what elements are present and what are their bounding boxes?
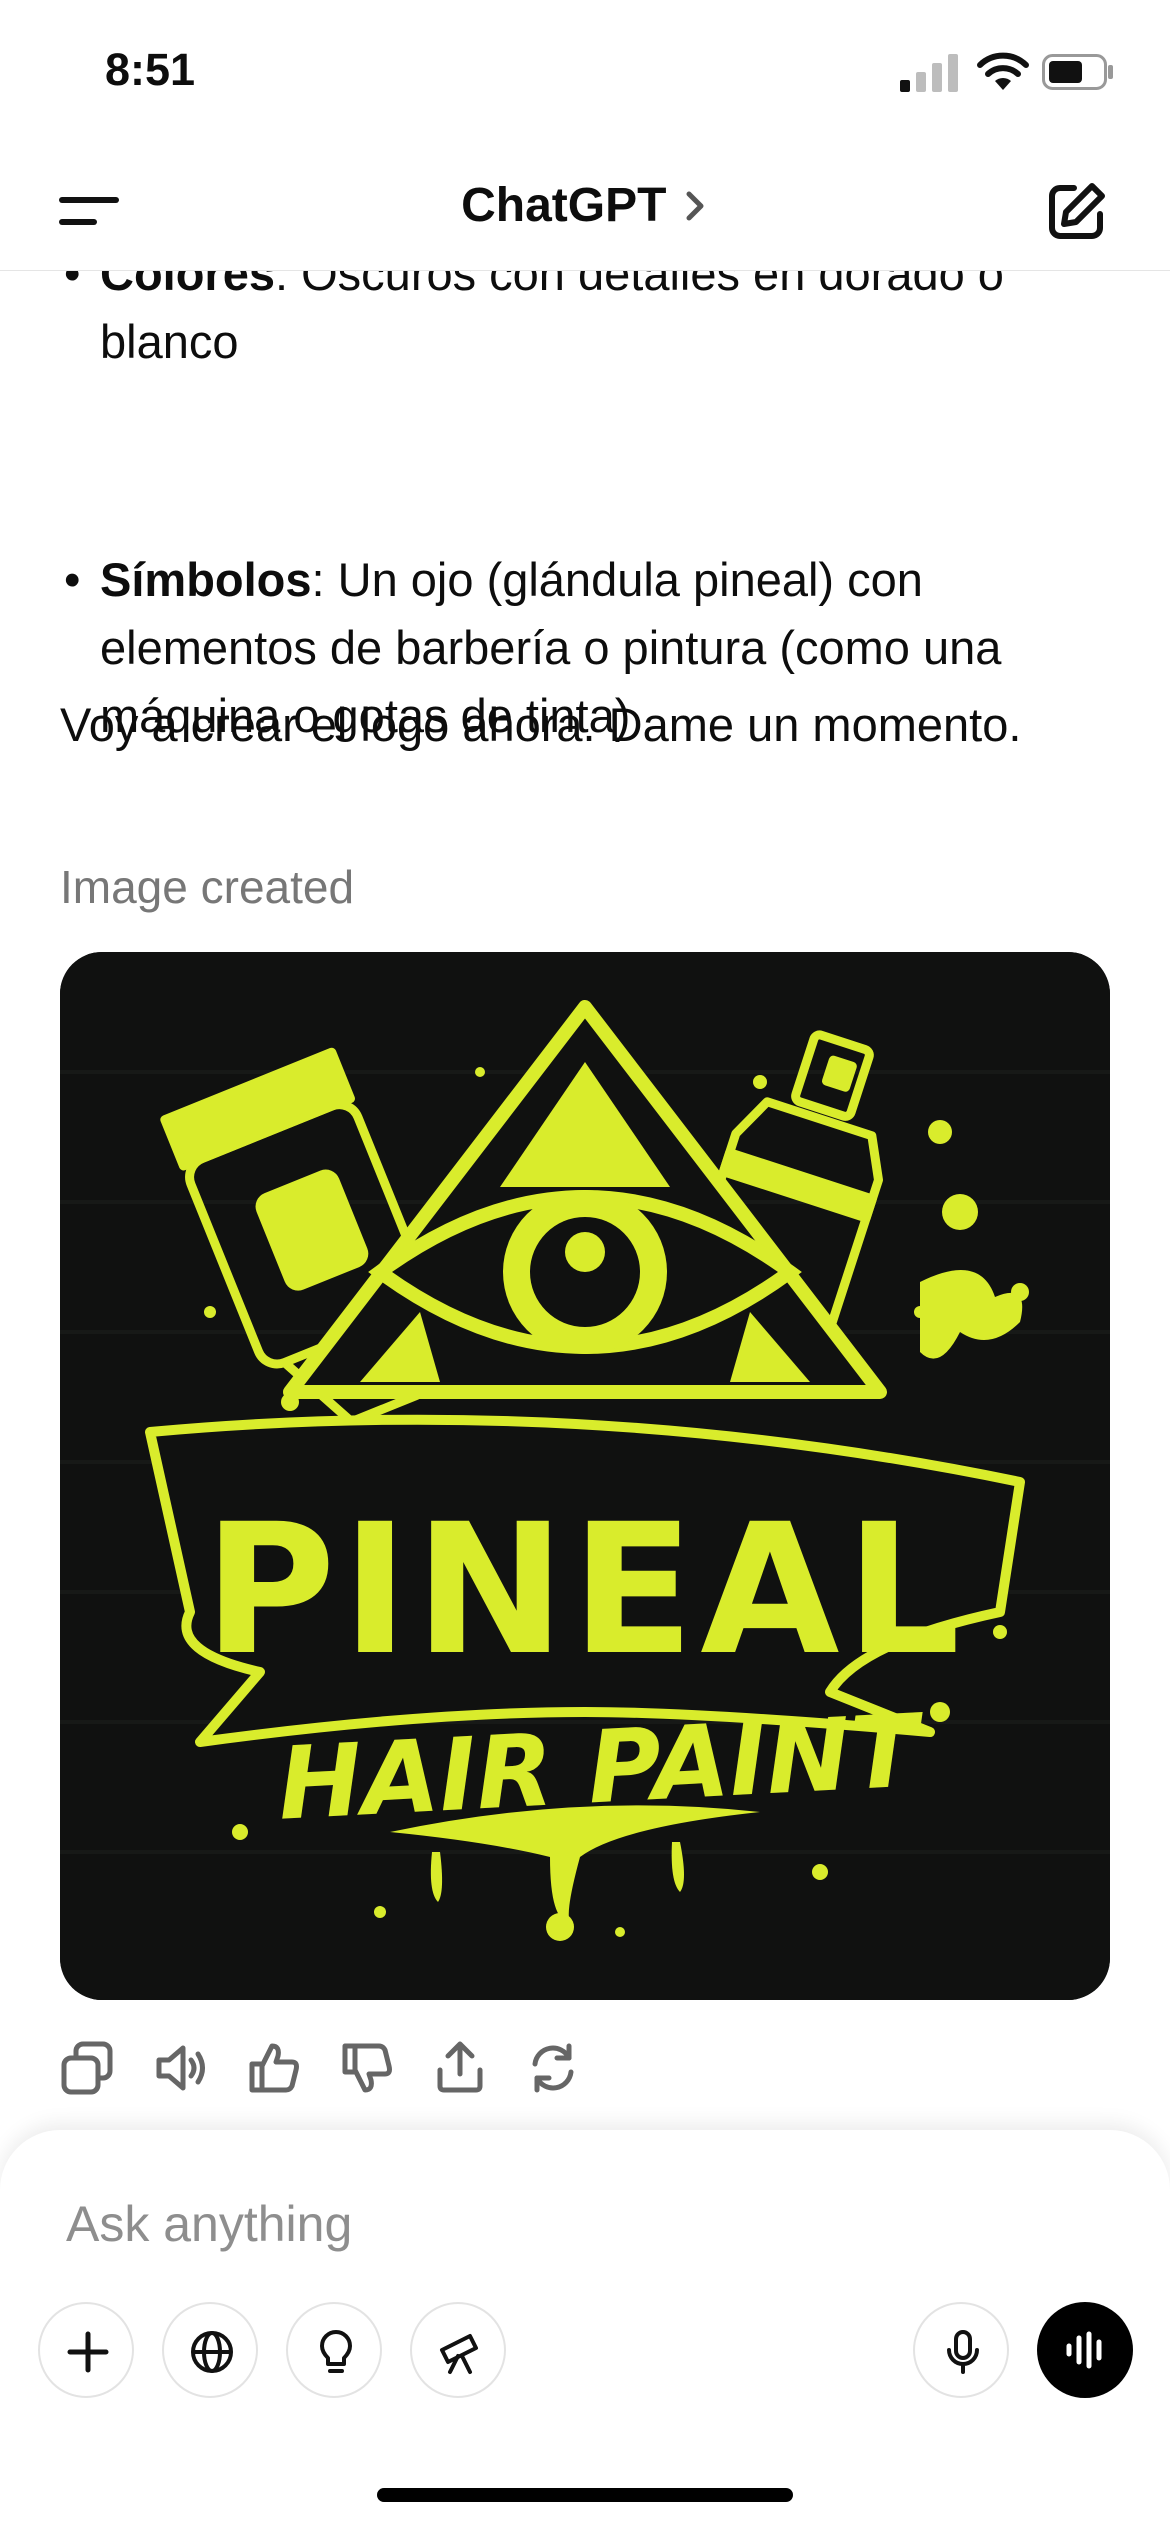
status-time: 8:51 (105, 44, 196, 95)
assistant-paragraph: Voy a crear el logo ahora. Dame un momen… (60, 698, 1022, 751)
nav-title[interactable]: ChatGPT (461, 178, 666, 233)
globe-icon (191, 2331, 233, 2373)
deep-research-button[interactable] (410, 2302, 506, 2398)
thumbs-up-icon[interactable] (246, 2040, 302, 2096)
composer (0, 2130, 1170, 2532)
thumbs-down-icon[interactable] (339, 2040, 395, 2096)
assistant-bullet-list: Colores: Oscuros con detalles en dorado … (60, 270, 1110, 742)
attach-button[interactable] (38, 2302, 134, 2398)
chevron-right-icon[interactable] (681, 186, 709, 226)
logo-artwork: PINEAL HAIR PAINT (60, 952, 1110, 2000)
battery-icon (1042, 54, 1113, 90)
microphone-icon (947, 2330, 979, 2374)
chat-transcript: Colores: Oscuros con detalles en dorado … (0, 270, 1170, 2130)
regenerate-icon[interactable] (525, 2040, 581, 2096)
reason-button[interactable] (286, 2302, 382, 2398)
voice-mode-icon (1066, 2331, 1102, 2369)
generated-logo-image[interactable]: PINEAL HAIR PAINT (60, 952, 1110, 2000)
image-created-label: Image created (60, 861, 355, 913)
copy-icon[interactable] (60, 2040, 116, 2096)
lightbulb-icon (320, 2330, 352, 2373)
wifi-icon (977, 52, 1029, 90)
status-bar: 8:51 (0, 0, 1170, 150)
plus-icon (67, 2331, 109, 2373)
cellular-signal-icon (900, 54, 958, 92)
home-indicator[interactable] (377, 2488, 793, 2502)
dictate-button[interactable] (913, 2302, 1009, 2398)
read-aloud-icon[interactable] (153, 2040, 209, 2096)
new-chat-icon[interactable] (1044, 180, 1108, 244)
voice-mode-button[interactable] (1037, 2302, 1133, 2398)
search-button[interactable] (162, 2302, 258, 2398)
logo-word-pineal: PINEAL (204, 1486, 967, 1695)
top-navbar: ChatGPT (0, 150, 1170, 271)
telescope-icon (440, 2334, 478, 2374)
ask-input[interactable] (64, 2188, 968, 2260)
share-icon[interactable] (432, 2040, 488, 2096)
bullet-item: Colores: Oscuros con detalles en dorado … (60, 270, 1110, 376)
model-selector[interactable]: ChatGPT (0, 178, 1170, 233)
